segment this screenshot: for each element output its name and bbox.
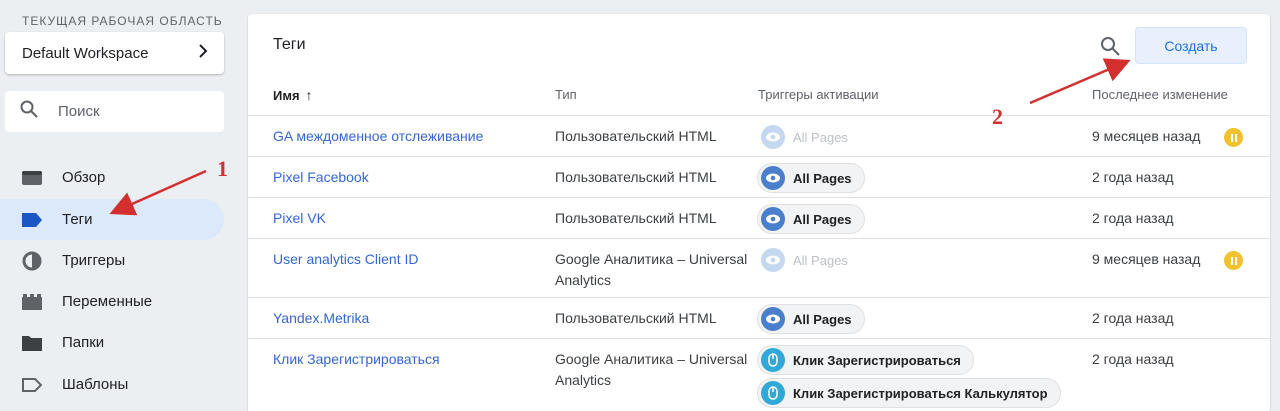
arrow-to-tags (109, 169, 207, 216)
annotation-arrows (109, 58, 1131, 216)
annotation-number-1: 1 (217, 156, 228, 181)
annotation-number-2: 2 (992, 104, 1003, 129)
arrow-to-create (1029, 58, 1131, 105)
